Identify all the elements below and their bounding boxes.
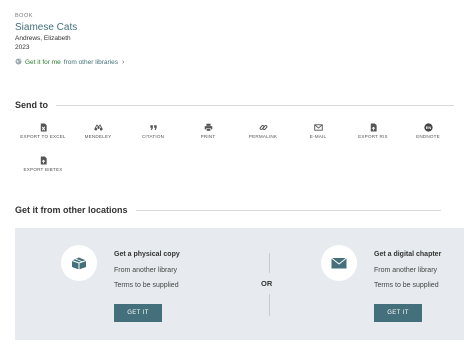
- physical-copy-get-it-button[interactable]: GET IT: [114, 304, 162, 322]
- get-it-title: Get it from other locations: [15, 205, 128, 215]
- action-export-ris[interactable]: EXPORT RIS: [343, 123, 403, 140]
- file-icon: [370, 123, 377, 132]
- send-to-title: Send to: [15, 100, 48, 110]
- action-mendeley[interactable]: MENDELEY: [68, 123, 128, 140]
- send-to-heading: Send to: [15, 100, 454, 110]
- or-divider-bottom: [269, 294, 270, 316]
- or-divider-top: [269, 253, 270, 273]
- record-year: 2023: [15, 44, 30, 51]
- action-label: E-MAIL: [309, 134, 327, 139]
- physical-copy-title: Get a physical copy: [114, 251, 180, 258]
- action-email[interactable]: E-MAIL: [288, 123, 348, 140]
- link-icon: [259, 125, 267, 130]
- record-type: BOOK: [15, 13, 33, 19]
- record-author: Andrews, Elizabeth: [15, 35, 71, 42]
- action-label: MENDELEY: [84, 134, 112, 139]
- from-other-libraries-text: from other libraries: [63, 59, 118, 66]
- get-it-for-me-link[interactable]: Get it for me from other libraries ›: [15, 58, 124, 67]
- physical-copy-source: From another library: [114, 267, 178, 274]
- action-label: ENDNOTE: [416, 134, 440, 139]
- endnote-icon: EN: [423, 123, 433, 132]
- digital-chapter-title: Get a digital chapter: [374, 251, 442, 258]
- envelope-icon: [313, 124, 323, 131]
- physical-copy-terms: Terms to be supplied: [114, 282, 179, 289]
- action-label: PERMALINK: [248, 134, 278, 139]
- action-label: EXPORT RIS: [358, 134, 388, 139]
- action-label: PRINT: [200, 134, 216, 139]
- action-label: EXPORT BIBTEX: [23, 167, 63, 172]
- action-label: EXPORT TO EXCEL: [20, 134, 66, 139]
- get-it-for-me-text: Get it for me: [25, 59, 61, 66]
- excel-icon: [40, 123, 47, 132]
- digital-chapter-get-it-button[interactable]: GET IT: [374, 304, 422, 322]
- get-it-options-panel: Get a physical copy From another library…: [15, 228, 464, 340]
- file-icon: [40, 156, 47, 165]
- chevron-right-icon: ›: [121, 59, 125, 66]
- action-endnote[interactable]: EN ENDNOTE: [398, 123, 458, 140]
- digital-chapter-icon-circle: [321, 245, 357, 281]
- record-title-link[interactable]: Siamese Cats: [15, 22, 124, 33]
- digital-chapter-source: From another library: [374, 267, 438, 274]
- globe-icon: [15, 58, 22, 67]
- mendeley-icon: [93, 124, 103, 131]
- divider: [135, 209, 441, 211]
- action-export-bibtex[interactable]: EXPORT BIBTEX: [13, 156, 73, 173]
- printer-icon: [204, 123, 212, 132]
- package-icon: [71, 257, 87, 270]
- action-permalink[interactable]: PERMALINK: [233, 123, 293, 140]
- action-citation[interactable]: CITATION: [123, 123, 183, 140]
- envelope-icon: [331, 257, 347, 269]
- action-export-excel[interactable]: EXPORT TO EXCEL: [13, 123, 73, 140]
- divider: [56, 104, 454, 106]
- digital-chapter-terms: Terms to be supplied: [374, 282, 439, 289]
- action-print[interactable]: PRINT: [178, 123, 238, 140]
- or-label: OR: [261, 279, 273, 288]
- action-label: CITATION: [141, 134, 165, 139]
- record-header: BOOK Siamese Cats Andrews, Elizabeth 202…: [15, 13, 124, 67]
- svg-text:EN: EN: [425, 125, 431, 130]
- physical-copy-icon-circle: [61, 245, 97, 281]
- quote-icon: [149, 125, 157, 131]
- get-it-heading: Get it from other locations: [15, 205, 441, 215]
